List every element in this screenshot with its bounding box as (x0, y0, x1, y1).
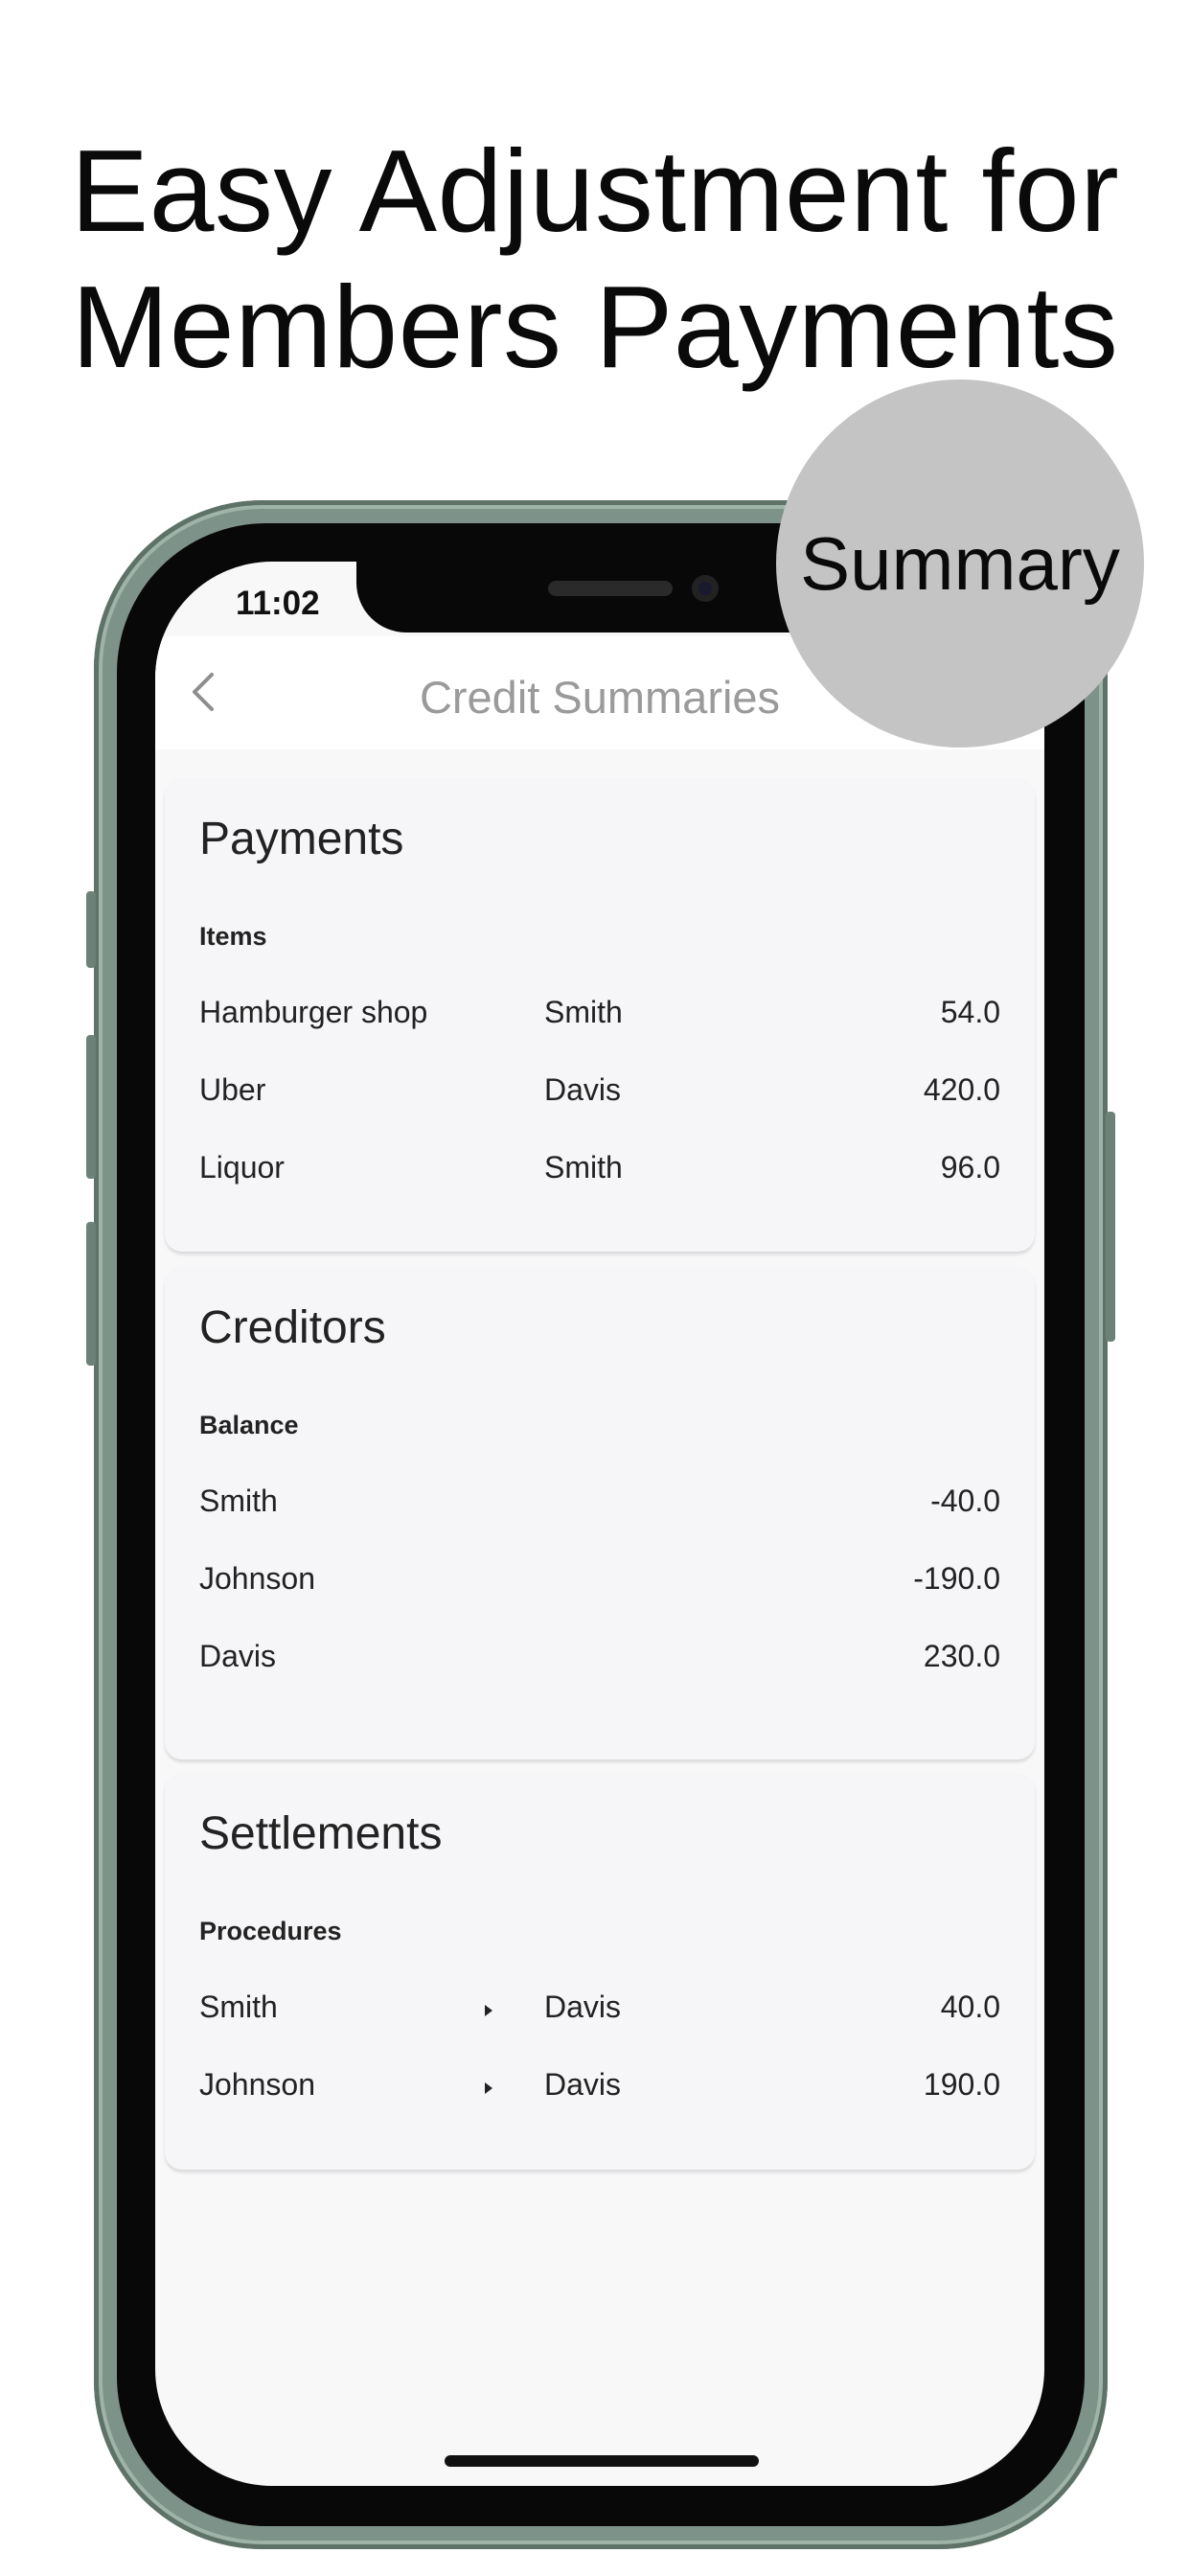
phone-screen: 11:02 Credit Summaries Payments Items Ha… (155, 562, 1044, 2486)
table-row: Smith -40.0 (199, 1484, 1000, 1531)
headline-line-1: Easy Adjustment for (70, 126, 1120, 256)
creditors-card: Creditors Balance Smith -40.0 Johnson -1… (165, 1267, 1035, 1760)
payment-member: Smith (544, 995, 623, 1029)
creditor-balance: -190.0 (913, 1561, 1000, 1596)
payment-member: Smith (544, 1150, 623, 1184)
volume-up-button (86, 1035, 96, 1179)
creditor-member: Smith (199, 1484, 278, 1518)
table-row: Davis 230.0 (199, 1639, 1000, 1687)
summary-badge: Summary (776, 380, 1144, 748)
arrow-right-icon (485, 2005, 492, 2016)
payment-amount: 96.0 (940, 1150, 1000, 1184)
payment-item: Liquor (199, 1150, 285, 1184)
notch (356, 562, 845, 632)
settlement-from: Smith (199, 1990, 278, 2024)
table-row: Liquor Smith 96.0 (199, 1150, 1000, 1198)
camera-icon (692, 575, 719, 602)
settlement-amount: 190.0 (923, 2067, 1000, 2102)
summary-badge-label: Summary (800, 520, 1120, 606)
power-button (1106, 1112, 1115, 1342)
promo-headline: Easy Adjustment for Members Payments (0, 123, 1190, 395)
payment-item: Uber (199, 1072, 266, 1107)
table-row: Johnson -190.0 (199, 1561, 1000, 1609)
speaker-grille (548, 581, 673, 596)
creditors-title: Creditors (199, 1302, 386, 1353)
settlement-from: Johnson (199, 2067, 315, 2102)
payment-amount: 420.0 (923, 1072, 1000, 1107)
creditor-balance: -40.0 (930, 1484, 1000, 1518)
volume-down-button (86, 1222, 96, 1366)
creditors-subtitle: Balance (199, 1411, 299, 1439)
settlement-to: Davis (544, 2067, 622, 2102)
arrow-right-icon (485, 2082, 492, 2094)
table-row: Johnson Davis 190.0 (199, 2067, 1000, 2115)
settlement-to: Davis (544, 1990, 622, 2024)
creditor-member: Davis (199, 1639, 277, 1673)
payments-card: Payments Items Hamburger shop Smith 54.0… (165, 778, 1035, 1252)
creditor-balance: 230.0 (923, 1639, 1000, 1673)
settlements-card: Settlements Procedures Smith Davis 40.0 … (165, 1773, 1035, 2170)
settlements-subtitle: Procedures (199, 1917, 342, 1945)
table-row: Hamburger shop Smith 54.0 (199, 995, 1000, 1043)
table-row: Uber Davis 420.0 (199, 1072, 1000, 1120)
home-indicator[interactable] (445, 2455, 759, 2467)
silent-switch (86, 891, 96, 968)
payment-member: Davis (544, 1072, 622, 1107)
headline-line-2: Members Payments (71, 262, 1119, 392)
payment-item: Hamburger shop (199, 995, 428, 1029)
status-time: 11:02 (236, 585, 320, 622)
table-row: Smith Davis 40.0 (199, 1990, 1000, 2037)
payment-amount: 54.0 (940, 995, 1000, 1029)
payments-title: Payments (199, 814, 404, 864)
creditor-member: Johnson (199, 1561, 315, 1596)
settlement-amount: 40.0 (940, 1990, 1000, 2024)
payments-subtitle: Items (199, 922, 267, 951)
settlements-title: Settlements (199, 1808, 443, 1859)
